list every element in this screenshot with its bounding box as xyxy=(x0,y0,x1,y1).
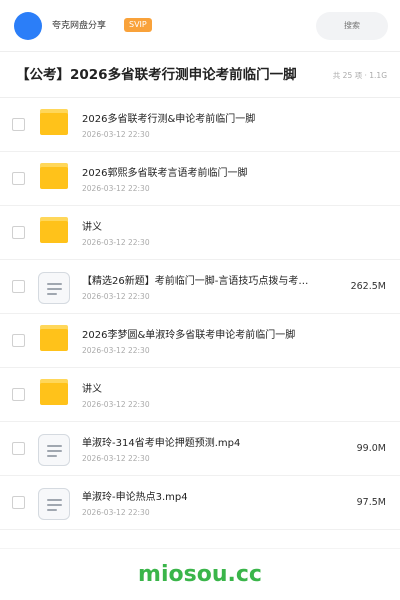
folder-icon xyxy=(40,379,68,405)
file-date: 2026-03-12 22:30 xyxy=(82,130,150,139)
document-icon xyxy=(38,434,70,466)
file-date: 2026-03-12 22:30 xyxy=(82,346,150,355)
checkbox[interactable] xyxy=(12,226,25,239)
file-name: 2026多省联考行测&申论考前临门一脚 xyxy=(82,114,256,125)
file-name: 讲义 xyxy=(82,384,102,395)
file-date: 2026-03-12 22:30 xyxy=(82,292,150,301)
list-item[interactable]: 2026多省联考行测&申论考前临门一脚 2026-03-12 22:30 xyxy=(0,98,400,152)
list-item[interactable]: 2026李梦圆&单淑玲多省联考申论考前临门一脚 2026-03-12 22:30 xyxy=(0,314,400,368)
share-title-bar: 【公考】2026多省联考行测申论考前临门一脚 共 25 项 · 1.1G xyxy=(0,52,400,98)
file-name: 单淑玲-申论热点3.mp4 xyxy=(82,492,188,503)
list-item[interactable]: 讲义 2026-03-12 22:30 xyxy=(0,206,400,260)
footer-divider xyxy=(0,548,400,549)
file-date: 2026-03-12 22:30 xyxy=(82,184,150,193)
file-name: 2026郭熙多省联考言语考前临门一脚 xyxy=(82,168,248,179)
file-size: 97.5M xyxy=(356,497,386,508)
file-date: 2026-03-12 22:30 xyxy=(82,508,150,517)
avatar[interactable] xyxy=(14,12,42,40)
checkbox[interactable] xyxy=(12,118,25,131)
list-item[interactable]: 2026郭熙多省联考言语考前临门一脚 2026-03-12 22:30 xyxy=(0,152,400,206)
folder-icon xyxy=(40,109,68,135)
checkbox[interactable] xyxy=(12,442,25,455)
user-name[interactable]: 夸克网盘分享 xyxy=(52,19,106,33)
list-item[interactable]: 单淑玲-申论热点3.mp4 2026-03-12 22:30 97.5M xyxy=(0,476,400,530)
file-size: 99.0M xyxy=(356,443,386,454)
file-size: 262.5M xyxy=(350,281,386,292)
folder-icon xyxy=(40,163,68,189)
list-item[interactable]: 讲义 2026-03-12 22:30 xyxy=(0,368,400,422)
watermark: miosou.cc xyxy=(138,562,262,587)
file-name: 讲义 xyxy=(82,222,102,233)
document-icon xyxy=(38,272,70,304)
file-name: 【精选26新题】考前临门一脚-言语技巧点拨与考点预… xyxy=(82,276,312,287)
file-name: 2026李梦圆&单淑玲多省联考申论考前临门一脚 xyxy=(82,330,296,341)
search-input[interactable] xyxy=(316,12,388,40)
document-icon xyxy=(38,488,70,520)
share-meta: 共 25 项 · 1.1G xyxy=(332,71,387,80)
folder-icon xyxy=(40,217,68,243)
page-title: 【公考】2026多省联考行测申论考前临门一脚 xyxy=(16,67,297,83)
checkbox[interactable] xyxy=(12,172,25,185)
checkbox[interactable] xyxy=(12,280,25,293)
file-name: 单淑玲-314省考申论押题预测.mp4 xyxy=(82,438,241,449)
list-item[interactable]: 单淑玲-314省考申论押题预测.mp4 2026-03-12 22:30 99.… xyxy=(0,422,400,476)
checkbox[interactable] xyxy=(12,334,25,347)
file-list: 2026多省联考行测&申论考前临门一脚 2026-03-12 22:30 202… xyxy=(0,98,400,530)
file-date: 2026-03-12 22:30 xyxy=(82,238,150,247)
list-item[interactable]: 【精选26新题】考前临门一脚-言语技巧点拨与考点预… 2026-03-12 22… xyxy=(0,260,400,314)
app-header: 夸克网盘分享 SVIP xyxy=(0,0,400,52)
file-date: 2026-03-12 22:30 xyxy=(82,454,150,463)
checkbox[interactable] xyxy=(12,496,25,509)
folder-icon xyxy=(40,325,68,351)
svip-badge: SVIP xyxy=(124,18,152,32)
checkbox[interactable] xyxy=(12,388,25,401)
file-date: 2026-03-12 22:30 xyxy=(82,400,150,409)
